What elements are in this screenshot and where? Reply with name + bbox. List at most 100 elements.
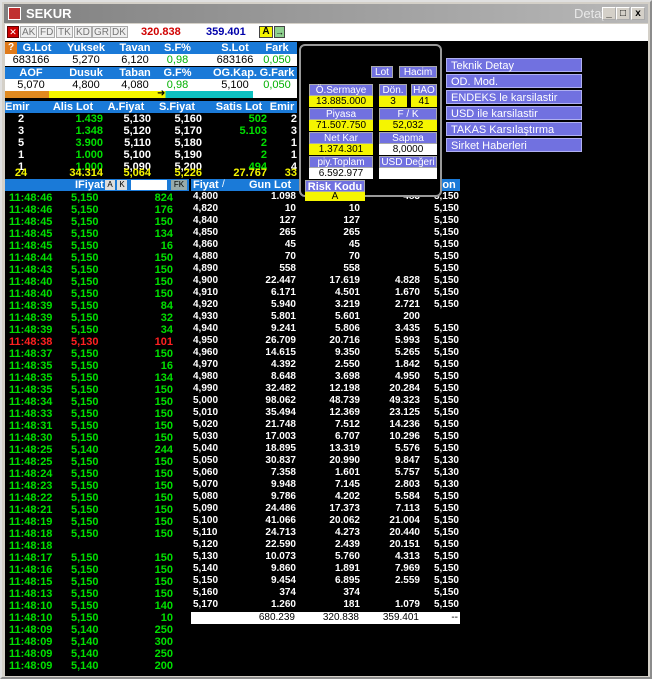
trade-lot: 250 [154,648,173,660]
distribution-cell: 4,940 [193,323,219,334]
trades-filter-input[interactable] [131,180,167,190]
trade-price: 5,150 [71,588,99,600]
distribution-cell: 5,150 [433,419,459,430]
distribution-cell: 17.373 [329,503,360,514]
menu-item-4[interactable]: TAKAS Karsılaştırma [446,122,582,136]
usd-degeri-button[interactable]: USD Değeri [379,156,437,168]
trade-time: 11:48:23 [9,480,53,492]
distribution-cell: 6.171 [270,287,296,298]
trade-lot: 150 [154,276,173,288]
distribution-cell: 374 [279,587,296,598]
trade-time: 11:48:18 [9,528,53,540]
maximize-button[interactable]: □ [616,7,630,20]
distribution-row: 5,020 21.748 7.512 14.236 5,150 [192,419,460,431]
distribution-cell: 5,150 [433,587,459,598]
depth-cell: 2 [260,137,267,149]
depth-cell: 5,110 [124,137,151,149]
distribution-cell: 5,150 [433,551,459,562]
depth-col-0: Emir [5,101,30,113]
trade-time: 11:48:39 [9,300,53,312]
trade-row: 11:48:31 5,150 150 [5,420,185,432]
distribution-cell: 1.891 [334,563,360,574]
toolbar-tab-dk[interactable]: DK [110,26,128,38]
distribution-cell: 5,080 [193,491,219,502]
distribution-cell: 14.615 [265,347,296,358]
distribution-cell: 3.219 [334,299,360,310]
trade-time: 11:48:16 [9,564,53,576]
company-info-popup: Lot Hacim Ö.Sermaye 13.885.000 Dön. 3 HA… [299,44,442,202]
toolbar-tab-ak[interactable]: AK [20,26,38,38]
distribution-cell: 127 [279,215,296,226]
depth-col-4: Satis Lot [215,101,263,113]
trades-k-button[interactable]: K [117,180,127,190]
trade-price: 5,140 [71,648,99,660]
toolbar-tab-gr[interactable]: GR [92,26,111,38]
trade-lot: 134 [154,372,173,384]
trade-price: 5,150 [71,252,99,264]
trade-row: 11:48:22 5,150 150 [5,492,185,504]
trade-lot: 176 [154,204,173,216]
depth-cell: 1.348 [75,125,103,137]
menu-item-3[interactable]: USD ile karsilastir [446,106,582,120]
depth-cell: 3 [290,125,297,137]
sapma-label: Sapma [379,132,437,144]
summary-value2-3: 0,98 [166,79,189,91]
trade-lot: 824 [154,192,173,204]
distribution-cell: 5,150 [433,539,459,550]
trade-row: 11:48:18 5,150 150 [5,528,185,540]
title-bar[interactable]: SEKUR Detay _ □ x [4,4,648,23]
trade-time: 11:48:44 [9,252,53,264]
distribution-cell: 4,910 [193,287,219,298]
help-icon[interactable]: ? [5,42,17,54]
distribution-cell: 5,060 [193,467,219,478]
distribution-cell: 7.145 [334,479,360,490]
toolbar-tab-tk[interactable]: TK [56,26,73,38]
summary-value-2: 6,120 [121,54,149,66]
summary-header-1: Yuksek [67,42,105,54]
trade-lot: 150 [154,396,173,408]
lot-button[interactable]: Lot [371,66,393,78]
distribution-cell: 5,150 [433,299,459,310]
trade-lot: 150 [154,216,173,228]
minimize-button[interactable]: _ [602,7,616,20]
depth-cell: 1.439 [75,113,103,125]
toolbar-tab-kd[interactable]: KD [74,26,92,38]
distribution-row: 4,840 127 127 5,150 [192,215,460,227]
hacim-button[interactable]: Hacim [399,66,437,78]
trade-lot: 150 [154,408,173,420]
trades-a-button[interactable]: A [105,180,115,190]
trades-fk-button[interactable]: FK [171,180,187,190]
fk-value: 52,032 [379,120,437,131]
distribution-cell: 4.273 [334,527,360,538]
distribution-cell: 70 [284,251,296,262]
trade-price: 5,150 [71,348,99,360]
a-button[interactable]: A [259,26,273,38]
menu-item-2[interactable]: ENDEKS le karsilastir [446,90,582,104]
arrow-right-icon[interactable]: → [274,26,285,38]
trade-time: 11:48:35 [9,384,53,396]
distribution-cell: 5,150 [433,515,459,526]
trade-row: 11:48:44 5,150 150 [5,252,185,264]
distribution-cell: 5,150 [193,575,219,586]
trade-lot: 150 [154,456,173,468]
trade-row: 11:48:39 5,150 34 [5,324,185,336]
distribution-cell: 5,100 [193,515,219,526]
distribution-cell: 5,150 [433,323,459,334]
close-button[interactable]: x [631,7,645,20]
distribution-cell: 5.601 [334,311,360,322]
menu-item-5[interactable]: Sirket Haberleri [446,138,582,152]
trade-row: 11:48:13 5,150 150 [5,588,185,600]
distribution-cell: 5,050 [193,455,219,466]
menu-item-0[interactable]: Teknik Detay [446,58,582,72]
trade-price: 5,140 [71,444,99,456]
distribution-row: 4,890 558 558 5,150 [192,263,460,275]
depth-cell: 2 [17,113,25,125]
depth-total: 24 [14,167,28,179]
trade-price: 5,150 [71,408,99,420]
close-icon[interactable]: ✕ [7,26,19,38]
distribution-cell: 5.806 [334,323,360,334]
distribution-cell: 7.358 [270,467,296,478]
toolbar-tab-fd[interactable]: FD [38,26,56,38]
distribution-cell: 5,150 [433,491,459,502]
menu-item-1[interactable]: OD. Mod. [446,74,582,88]
